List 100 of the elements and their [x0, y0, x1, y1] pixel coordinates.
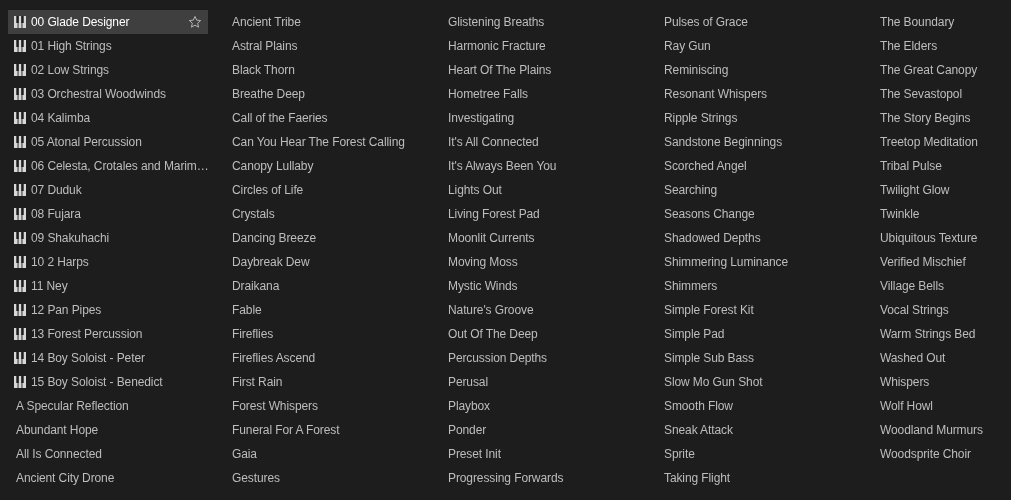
preset-item[interactable]: Call of the Faeries	[224, 106, 436, 130]
preset-item[interactable]: 11 Ney	[8, 274, 220, 298]
preset-item[interactable]: Nature's Groove	[440, 298, 652, 322]
preset-item[interactable]: Shimmering Luminance	[656, 250, 868, 274]
preset-item[interactable]: Reminiscing	[656, 58, 868, 82]
preset-item[interactable]: Preset Init	[440, 442, 652, 466]
preset-item[interactable]: Smooth Flow	[656, 394, 868, 418]
preset-item[interactable]: Harmonic Fracture	[440, 34, 652, 58]
preset-item[interactable]: The Sevastopol	[872, 82, 1011, 106]
preset-item[interactable]: Village Bells	[872, 274, 1011, 298]
preset-item[interactable]: Pulses of Grace	[656, 10, 868, 34]
preset-item[interactable]: 00 Glade Designer	[8, 10, 208, 34]
preset-item[interactable]: Percussion Depths	[440, 346, 652, 370]
preset-item[interactable]: Moving Moss	[440, 250, 652, 274]
preset-item[interactable]: Shadowed Depths	[656, 226, 868, 250]
preset-item[interactable]: 09 Shakuhachi	[8, 226, 220, 250]
preset-item[interactable]: Sneak Attack	[656, 418, 868, 442]
preset-item[interactable]: 12 Pan Pipes	[8, 298, 220, 322]
preset-item[interactable]: Searching	[656, 178, 868, 202]
preset-item[interactable]: Circles of Life	[224, 178, 436, 202]
preset-item[interactable]: The Elders	[872, 34, 1011, 58]
preset-item[interactable]: Canopy Lullaby	[224, 154, 436, 178]
preset-item[interactable]: Ubiquitous Texture	[872, 226, 1011, 250]
preset-item[interactable]: 01 High Strings	[8, 34, 220, 58]
preset-item[interactable]: Ancient City Drone	[8, 466, 220, 490]
preset-item[interactable]: 07 Duduk	[8, 178, 220, 202]
preset-item[interactable]: 14 Boy Soloist - Peter	[8, 346, 220, 370]
preset-item[interactable]: Crystals	[224, 202, 436, 226]
preset-item[interactable]: Fireflies	[224, 322, 436, 346]
preset-item[interactable]: All Is Connected	[8, 442, 220, 466]
preset-item[interactable]: Woodland Murmurs	[872, 418, 1011, 442]
preset-item[interactable]: 08 Fujara	[8, 202, 220, 226]
preset-item[interactable]: Hometree Falls	[440, 82, 652, 106]
preset-item[interactable]: Shimmers	[656, 274, 868, 298]
preset-item[interactable]: Ripple Strings	[656, 106, 868, 130]
preset-item[interactable]: Twinkle	[872, 202, 1011, 226]
preset-item[interactable]: Fable	[224, 298, 436, 322]
preset-item[interactable]: 06 Celesta, Crotales and Marim…	[8, 154, 220, 178]
preset-item[interactable]: Playbox	[440, 394, 652, 418]
preset-item[interactable]: Verified Mischief	[872, 250, 1011, 274]
preset-item[interactable]: The Story Begins	[872, 106, 1011, 130]
preset-item[interactable]: Tribal Pulse	[872, 154, 1011, 178]
preset-item[interactable]: Warm Strings Bed	[872, 322, 1011, 346]
preset-item[interactable]: Fireflies Ascend	[224, 346, 436, 370]
preset-item[interactable]: A Specular Reflection	[8, 394, 220, 418]
preset-item[interactable]: Simple Sub Bass	[656, 346, 868, 370]
preset-item[interactable]: Woodsprite Choir	[872, 442, 1011, 466]
preset-item[interactable]: Investigating	[440, 106, 652, 130]
preset-item[interactable]: Breathe Deep	[224, 82, 436, 106]
preset-item[interactable]: 15 Boy Soloist - Benedict	[8, 370, 220, 394]
preset-item[interactable]: 02 Low Strings	[8, 58, 220, 82]
preset-item[interactable]: Ray Gun	[656, 34, 868, 58]
preset-item[interactable]: First Rain	[224, 370, 436, 394]
preset-item[interactable]: Perusal	[440, 370, 652, 394]
preset-item[interactable]: Seasons Change	[656, 202, 868, 226]
preset-item[interactable]: 13 Forest Percussion	[8, 322, 220, 346]
preset-item[interactable]: Scorched Angel	[656, 154, 868, 178]
preset-item[interactable]: Progressing Forwards	[440, 466, 652, 490]
preset-item[interactable]: Simple Forest Kit	[656, 298, 868, 322]
preset-item[interactable]: Living Forest Pad	[440, 202, 652, 226]
preset-item[interactable]: Taking Flight	[656, 466, 868, 490]
preset-item[interactable]: The Great Canopy	[872, 58, 1011, 82]
preset-item[interactable]: Dancing Breeze	[224, 226, 436, 250]
preset-item[interactable]: Heart Of The Plains	[440, 58, 652, 82]
preset-item[interactable]: Whispers	[872, 370, 1011, 394]
preset-item[interactable]: Glistening Breaths	[440, 10, 652, 34]
preset-item[interactable]: Washed Out	[872, 346, 1011, 370]
preset-item[interactable]: Vocal Strings	[872, 298, 1011, 322]
preset-item[interactable]: Daybreak Dew	[224, 250, 436, 274]
preset-item[interactable]: 03 Orchestral Woodwinds	[8, 82, 220, 106]
preset-item[interactable]: Wolf Howl	[872, 394, 1011, 418]
preset-item[interactable]: Black Thorn	[224, 58, 436, 82]
preset-item[interactable]: Gestures	[224, 466, 436, 490]
preset-item[interactable]: Simple Pad	[656, 322, 868, 346]
preset-item[interactable]: Twilight Glow	[872, 178, 1011, 202]
preset-item[interactable]: Ponder	[440, 418, 652, 442]
preset-item[interactable]: 05 Atonal Percussion	[8, 130, 220, 154]
preset-item[interactable]: Sprite	[656, 442, 868, 466]
preset-item[interactable]: Ancient Tribe	[224, 10, 436, 34]
preset-item[interactable]: Mystic Winds	[440, 274, 652, 298]
preset-item[interactable]: Gaia	[224, 442, 436, 466]
preset-item[interactable]: Slow Mo Gun Shot	[656, 370, 868, 394]
preset-item[interactable]: Can You Hear The Forest Calling	[224, 130, 436, 154]
preset-item[interactable]: Lights Out	[440, 178, 652, 202]
preset-item[interactable]: Sandstone Beginnings	[656, 130, 868, 154]
preset-item[interactable]: Forest Whispers	[224, 394, 436, 418]
preset-item[interactable]: It's Always Been You	[440, 154, 652, 178]
preset-item[interactable]: It's All Connected	[440, 130, 652, 154]
preset-item[interactable]: Abundant Hope	[8, 418, 220, 442]
preset-item[interactable]: The Boundary	[872, 10, 1011, 34]
preset-item[interactable]: Draikana	[224, 274, 436, 298]
preset-item[interactable]: Astral Plains	[224, 34, 436, 58]
preset-item[interactable]: 10 2 Harps	[8, 250, 220, 274]
favorite-star-icon[interactable]	[188, 15, 202, 29]
preset-item[interactable]: Out Of The Deep	[440, 322, 652, 346]
preset-item[interactable]: Funeral For A Forest	[224, 418, 436, 442]
preset-item[interactable]: Resonant Whispers	[656, 82, 868, 106]
preset-item[interactable]: 04 Kalimba	[8, 106, 220, 130]
preset-item[interactable]: Treetop Meditation	[872, 130, 1011, 154]
preset-item[interactable]: Moonlit Currents	[440, 226, 652, 250]
